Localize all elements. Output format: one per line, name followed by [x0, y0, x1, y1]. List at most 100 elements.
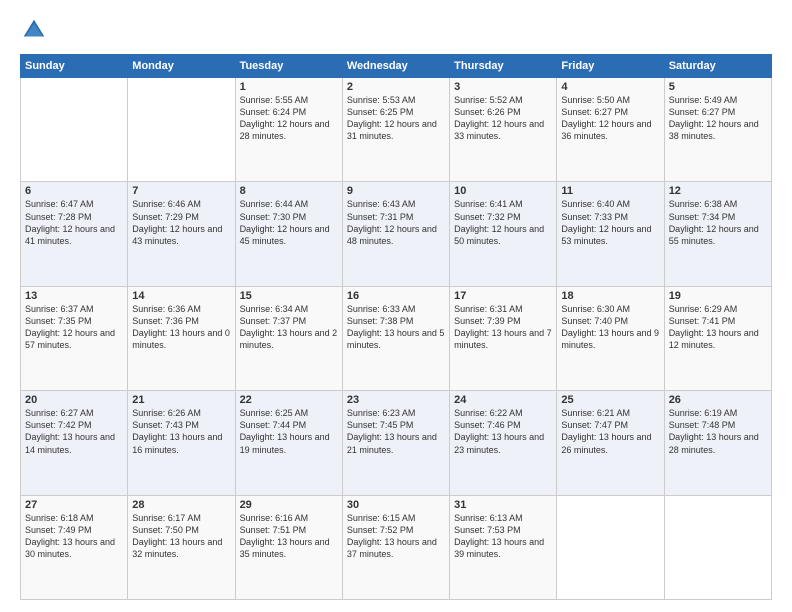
calendar-cell: 13Sunrise: 6:37 AMSunset: 7:35 PMDayligh… — [21, 286, 128, 390]
day-info: Sunrise: 6:26 AMSunset: 7:43 PMDaylight:… — [132, 407, 230, 456]
day-info: Sunrise: 6:29 AMSunset: 7:41 PMDaylight:… — [669, 303, 767, 352]
calendar-cell: 7Sunrise: 6:46 AMSunset: 7:29 PMDaylight… — [128, 182, 235, 286]
calendar-cell: 31Sunrise: 6:13 AMSunset: 7:53 PMDayligh… — [450, 495, 557, 599]
calendar-cell — [557, 495, 664, 599]
day-info: Sunrise: 6:21 AMSunset: 7:47 PMDaylight:… — [561, 407, 659, 456]
day-info: Sunrise: 6:33 AMSunset: 7:38 PMDaylight:… — [347, 303, 445, 352]
day-number: 12 — [669, 185, 767, 197]
week-row-0: 1Sunrise: 5:55 AMSunset: 6:24 PMDaylight… — [21, 78, 772, 182]
calendar-cell: 21Sunrise: 6:26 AMSunset: 7:43 PMDayligh… — [128, 391, 235, 495]
day-number: 21 — [132, 394, 230, 406]
calendar-cell: 11Sunrise: 6:40 AMSunset: 7:33 PMDayligh… — [557, 182, 664, 286]
day-number: 14 — [132, 290, 230, 302]
day-number: 26 — [669, 394, 767, 406]
calendar-cell: 2Sunrise: 5:53 AMSunset: 6:25 PMDaylight… — [342, 78, 449, 182]
day-info: Sunrise: 6:34 AMSunset: 7:37 PMDaylight:… — [240, 303, 338, 352]
calendar-cell: 4Sunrise: 5:50 AMSunset: 6:27 PMDaylight… — [557, 78, 664, 182]
day-info: Sunrise: 6:27 AMSunset: 7:42 PMDaylight:… — [25, 407, 123, 456]
calendar-header: SundayMondayTuesdayWednesdayThursdayFrid… — [21, 55, 772, 78]
calendar-cell: 1Sunrise: 5:55 AMSunset: 6:24 PMDaylight… — [235, 78, 342, 182]
day-number: 19 — [669, 290, 767, 302]
day-info: Sunrise: 6:31 AMSunset: 7:39 PMDaylight:… — [454, 303, 552, 352]
day-number: 22 — [240, 394, 338, 406]
logo-icon — [20, 16, 48, 44]
calendar-cell: 23Sunrise: 6:23 AMSunset: 7:45 PMDayligh… — [342, 391, 449, 495]
calendar-cell: 19Sunrise: 6:29 AMSunset: 7:41 PMDayligh… — [664, 286, 771, 390]
day-info: Sunrise: 6:25 AMSunset: 7:44 PMDaylight:… — [240, 407, 338, 456]
calendar-cell: 3Sunrise: 5:52 AMSunset: 6:26 PMDaylight… — [450, 78, 557, 182]
calendar-cell: 20Sunrise: 6:27 AMSunset: 7:42 PMDayligh… — [21, 391, 128, 495]
day-info: Sunrise: 6:41 AMSunset: 7:32 PMDaylight:… — [454, 198, 552, 247]
day-number: 30 — [347, 499, 445, 511]
day-number: 13 — [25, 290, 123, 302]
day-info: Sunrise: 6:13 AMSunset: 7:53 PMDaylight:… — [454, 512, 552, 561]
calendar-cell: 26Sunrise: 6:19 AMSunset: 7:48 PMDayligh… — [664, 391, 771, 495]
day-info: Sunrise: 6:17 AMSunset: 7:50 PMDaylight:… — [132, 512, 230, 561]
week-row-3: 20Sunrise: 6:27 AMSunset: 7:42 PMDayligh… — [21, 391, 772, 495]
day-info: Sunrise: 6:23 AMSunset: 7:45 PMDaylight:… — [347, 407, 445, 456]
calendar-cell: 15Sunrise: 6:34 AMSunset: 7:37 PMDayligh… — [235, 286, 342, 390]
calendar-cell — [21, 78, 128, 182]
calendar-cell: 8Sunrise: 6:44 AMSunset: 7:30 PMDaylight… — [235, 182, 342, 286]
calendar-cell: 6Sunrise: 6:47 AMSunset: 7:28 PMDaylight… — [21, 182, 128, 286]
day-info: Sunrise: 6:47 AMSunset: 7:28 PMDaylight:… — [25, 198, 123, 247]
logo — [20, 16, 52, 44]
week-row-4: 27Sunrise: 6:18 AMSunset: 7:49 PMDayligh… — [21, 495, 772, 599]
calendar-cell: 29Sunrise: 6:16 AMSunset: 7:51 PMDayligh… — [235, 495, 342, 599]
day-info: Sunrise: 6:30 AMSunset: 7:40 PMDaylight:… — [561, 303, 659, 352]
page: SundayMondayTuesdayWednesdayThursdayFrid… — [0, 0, 792, 612]
calendar-cell: 17Sunrise: 6:31 AMSunset: 7:39 PMDayligh… — [450, 286, 557, 390]
header-day-monday: Monday — [128, 55, 235, 78]
day-info: Sunrise: 6:38 AMSunset: 7:34 PMDaylight:… — [669, 198, 767, 247]
day-info: Sunrise: 5:52 AMSunset: 6:26 PMDaylight:… — [454, 94, 552, 143]
day-number: 9 — [347, 185, 445, 197]
week-row-2: 13Sunrise: 6:37 AMSunset: 7:35 PMDayligh… — [21, 286, 772, 390]
day-number: 24 — [454, 394, 552, 406]
header-day-sunday: Sunday — [21, 55, 128, 78]
calendar-cell: 5Sunrise: 5:49 AMSunset: 6:27 PMDaylight… — [664, 78, 771, 182]
week-row-1: 6Sunrise: 6:47 AMSunset: 7:28 PMDaylight… — [21, 182, 772, 286]
calendar-cell — [128, 78, 235, 182]
day-info: Sunrise: 6:16 AMSunset: 7:51 PMDaylight:… — [240, 512, 338, 561]
day-number: 27 — [25, 499, 123, 511]
day-number: 23 — [347, 394, 445, 406]
day-info: Sunrise: 5:55 AMSunset: 6:24 PMDaylight:… — [240, 94, 338, 143]
calendar-cell: 22Sunrise: 6:25 AMSunset: 7:44 PMDayligh… — [235, 391, 342, 495]
calendar-table: SundayMondayTuesdayWednesdayThursdayFrid… — [20, 54, 772, 600]
calendar-cell: 27Sunrise: 6:18 AMSunset: 7:49 PMDayligh… — [21, 495, 128, 599]
day-info: Sunrise: 6:18 AMSunset: 7:49 PMDaylight:… — [25, 512, 123, 561]
day-number: 16 — [347, 290, 445, 302]
day-number: 10 — [454, 185, 552, 197]
day-info: Sunrise: 6:40 AMSunset: 7:33 PMDaylight:… — [561, 198, 659, 247]
day-info: Sunrise: 5:49 AMSunset: 6:27 PMDaylight:… — [669, 94, 767, 143]
day-number: 29 — [240, 499, 338, 511]
day-info: Sunrise: 6:19 AMSunset: 7:48 PMDaylight:… — [669, 407, 767, 456]
day-number: 7 — [132, 185, 230, 197]
day-number: 25 — [561, 394, 659, 406]
header-day-tuesday: Tuesday — [235, 55, 342, 78]
calendar-cell: 14Sunrise: 6:36 AMSunset: 7:36 PMDayligh… — [128, 286, 235, 390]
calendar-cell: 28Sunrise: 6:17 AMSunset: 7:50 PMDayligh… — [128, 495, 235, 599]
day-number: 17 — [454, 290, 552, 302]
header-day-thursday: Thursday — [450, 55, 557, 78]
day-info: Sunrise: 5:53 AMSunset: 6:25 PMDaylight:… — [347, 94, 445, 143]
day-number: 3 — [454, 81, 552, 93]
header — [20, 16, 772, 44]
header-day-saturday: Saturday — [664, 55, 771, 78]
day-info: Sunrise: 6:46 AMSunset: 7:29 PMDaylight:… — [132, 198, 230, 247]
calendar-cell: 24Sunrise: 6:22 AMSunset: 7:46 PMDayligh… — [450, 391, 557, 495]
day-number: 2 — [347, 81, 445, 93]
header-day-wednesday: Wednesday — [342, 55, 449, 78]
day-number: 11 — [561, 185, 659, 197]
day-number: 5 — [669, 81, 767, 93]
day-number: 6 — [25, 185, 123, 197]
day-number: 15 — [240, 290, 338, 302]
day-number: 4 — [561, 81, 659, 93]
day-number: 1 — [240, 81, 338, 93]
day-number: 31 — [454, 499, 552, 511]
calendar-cell: 9Sunrise: 6:43 AMSunset: 7:31 PMDaylight… — [342, 182, 449, 286]
calendar-cell: 12Sunrise: 6:38 AMSunset: 7:34 PMDayligh… — [664, 182, 771, 286]
calendar-cell — [664, 495, 771, 599]
calendar-cell: 16Sunrise: 6:33 AMSunset: 7:38 PMDayligh… — [342, 286, 449, 390]
calendar-cell: 25Sunrise: 6:21 AMSunset: 7:47 PMDayligh… — [557, 391, 664, 495]
